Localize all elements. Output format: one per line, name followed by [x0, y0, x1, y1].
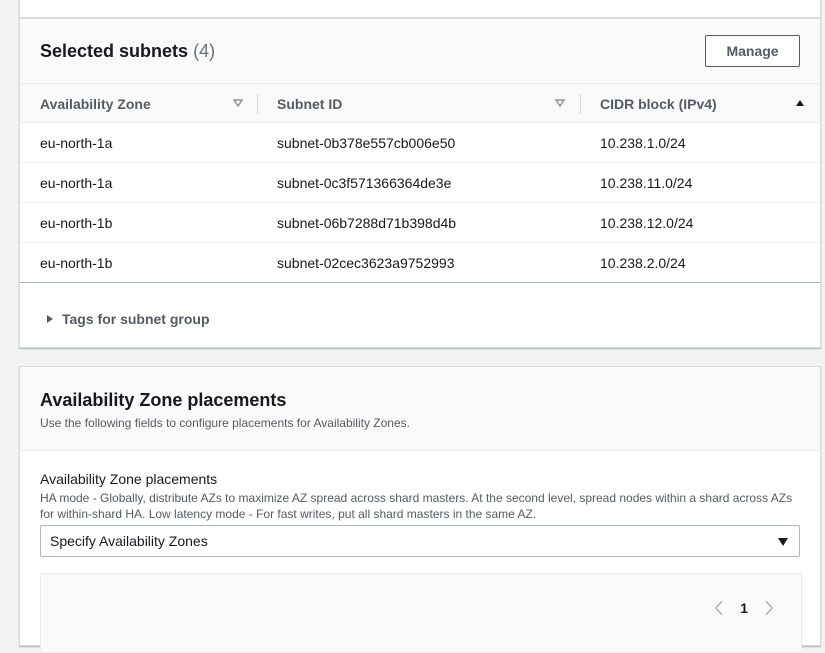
- cell-cidr-block: 10.238.12.0/24: [600, 215, 694, 231]
- az-settings-container: 1: [40, 573, 802, 653]
- cell-cidr-block: 10.238.1.0/24: [600, 135, 686, 151]
- column-header-availability-zone[interactable]: Availability Zone: [40, 84, 256, 123]
- previous-page-button[interactable]: [712, 600, 726, 616]
- chevron-left-icon: [715, 600, 723, 616]
- page-number[interactable]: 1: [740, 600, 748, 616]
- table-row: eu-north-1b subnet-06b7288d71b398d4b 10.…: [20, 203, 820, 243]
- table-row: eu-north-1a subnet-0b378e557cb006e50 10.…: [20, 123, 820, 163]
- table-header: Availability Zone Subnet ID CIDR block (…: [20, 84, 820, 123]
- cell-cidr-block: 10.238.11.0/24: [600, 175, 693, 191]
- sort-descending-icon[interactable]: [233, 98, 243, 108]
- column-divider[interactable]: [580, 94, 581, 114]
- subnets-table: Availability Zone Subnet ID CIDR block (…: [20, 84, 820, 283]
- tags-expand-toggle[interactable]: Tags for subnet group: [46, 311, 210, 327]
- column-header-subnet-id[interactable]: Subnet ID: [277, 84, 567, 123]
- previous-panel: [19, 0, 821, 18]
- cell-subnet-id: subnet-0b378e557cb006e50: [277, 135, 456, 151]
- selected-subnets-count: (4): [193, 41, 216, 61]
- caret-down-icon: [778, 538, 788, 546]
- az-placements-header: Availability Zone placements Use the fol…: [20, 367, 820, 451]
- caret-right-icon: [47, 315, 53, 323]
- cell-subnet-id: subnet-02cec3623a9752993: [277, 255, 455, 271]
- selected-subnets-title-text: Selected subnets: [40, 41, 189, 61]
- az-placements-description: Use the following fields to configure pl…: [40, 416, 410, 430]
- next-page-button[interactable]: [762, 600, 776, 616]
- selected-subnets-header: Selected subnets (4) Manage: [20, 19, 820, 84]
- sort-ascending-icon[interactable]: [795, 98, 805, 108]
- selected-subnets-title: Selected subnets (4): [40, 41, 215, 62]
- az-placements-select[interactable]: Specify Availability Zones: [40, 525, 800, 557]
- tags-toggle-label: Tags for subnet group: [62, 311, 210, 327]
- cell-availability-zone: eu-north-1b: [40, 215, 113, 231]
- column-header-cidr-block[interactable]: CIDR block (IPv4): [600, 84, 810, 123]
- cell-subnet-id: subnet-06b7288d71b398d4b: [277, 215, 457, 231]
- cell-availability-zone: eu-north-1a: [40, 175, 113, 191]
- cell-cidr-block: 10.238.2.0/24: [600, 255, 686, 271]
- column-divider[interactable]: [257, 94, 258, 114]
- az-placements-title: Availability Zone placements: [40, 390, 287, 410]
- az-placements-select-value: Specify Availability Zones: [50, 533, 208, 549]
- az-placements-panel: Availability Zone placements Use the fol…: [19, 366, 821, 653]
- table-row: eu-north-1a subnet-0c3f571366364de3e 10.…: [20, 163, 820, 203]
- manage-button[interactable]: Manage: [705, 35, 800, 67]
- cell-subnet-id: subnet-0c3f571366364de3e: [277, 175, 452, 191]
- chevron-right-icon: [765, 600, 774, 616]
- pagination: 1: [712, 600, 776, 616]
- sort-descending-icon[interactable]: [555, 98, 565, 108]
- az-placements-field-description: HA mode - Globally, distribute AZs to ma…: [40, 491, 793, 521]
- cell-availability-zone: eu-north-1a: [40, 135, 113, 151]
- table-row: eu-north-1b subnet-02cec3623a9752993 10.…: [20, 243, 820, 283]
- selected-subnets-panel: Selected subnets (4) Manage Availability…: [19, 18, 821, 348]
- cell-availability-zone: eu-north-1b: [40, 255, 113, 271]
- az-placements-field-label: Availability Zone placements: [40, 471, 218, 487]
